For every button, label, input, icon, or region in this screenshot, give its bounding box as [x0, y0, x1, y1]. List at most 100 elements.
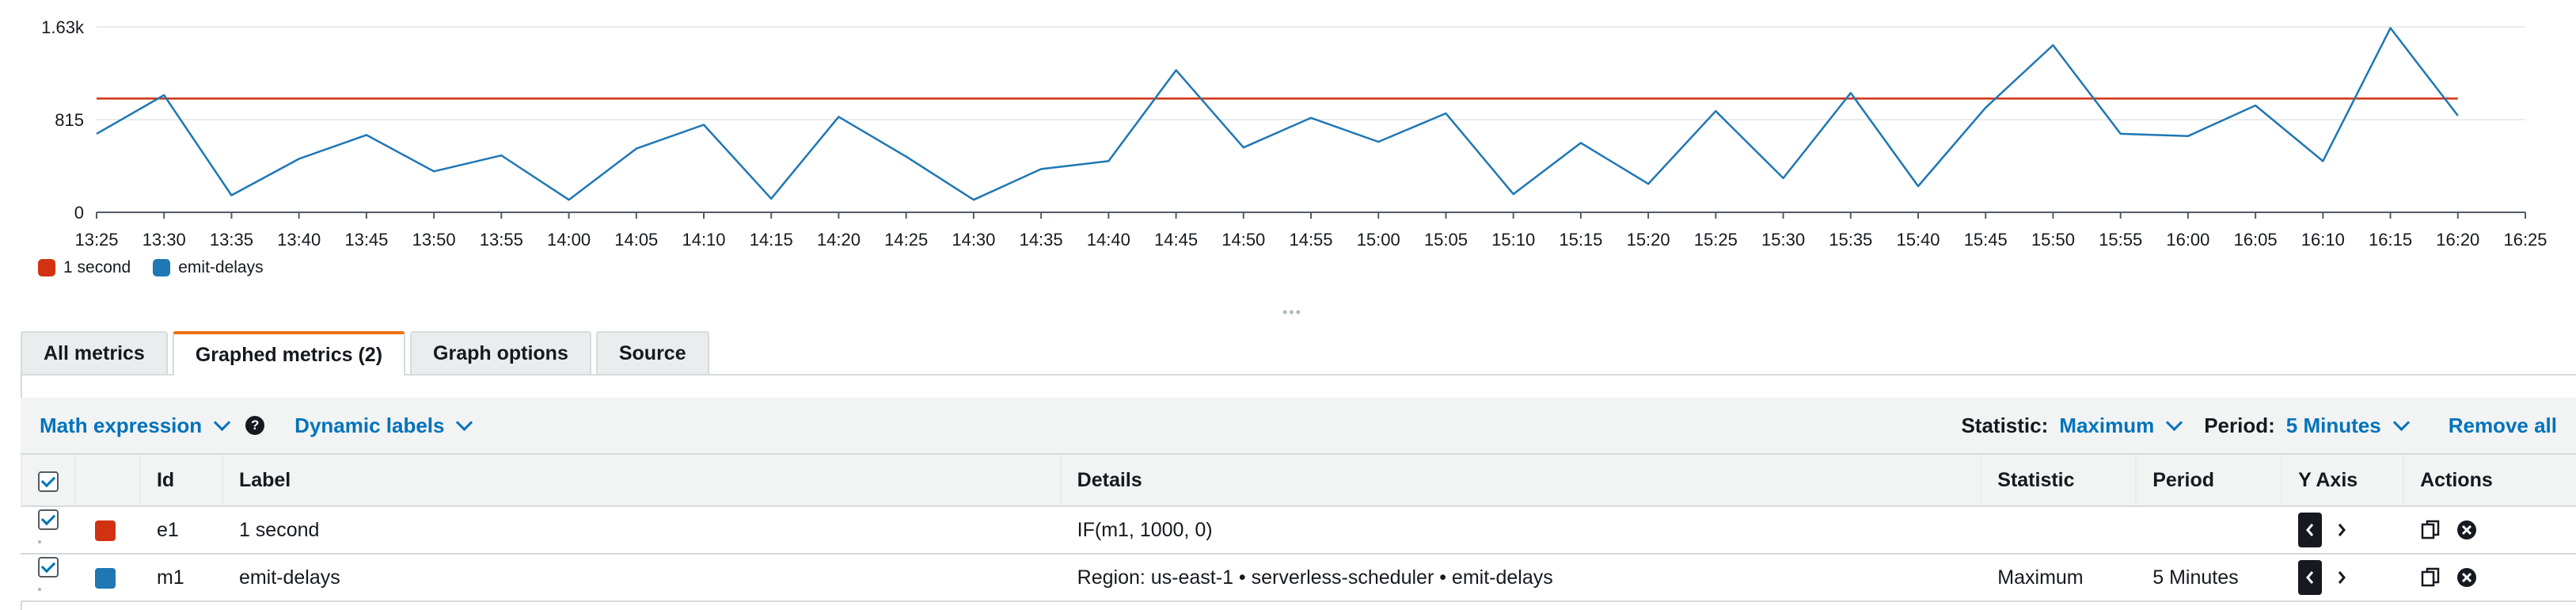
table-row: e1 1 second IF(m1, 1000, 0) [21, 506, 2576, 555]
table-row: m1 emit-delays Region: us-east-1 • serve… [21, 554, 2576, 602]
x-axis: 13:25 13:30 13:35 13:40 13:45 13:50 13:55 14:00… [74, 212, 2548, 250]
statistic-dropdown[interactable]: Maximum [2059, 414, 2183, 438]
id-header[interactable]: Id [139, 453, 222, 507]
drag-handle-icon[interactable] [38, 588, 41, 592]
dynamic-labels-dropdown[interactable]: Dynamic labels [294, 413, 473, 438]
legend-item-1-second[interactable]: 1 second [38, 258, 131, 277]
row-select-cell [21, 554, 75, 602]
x-tick-label: 16:10 [2301, 230, 2345, 250]
x-tick-label: 14:45 [1154, 230, 1198, 250]
period-label: Period: [2204, 413, 2275, 437]
tab-graphed-metrics[interactable]: Graphed metrics (2) [172, 331, 406, 376]
period-value: 5 Minutes [2285, 413, 2381, 437]
remove-all-button[interactable]: Remove all [2449, 414, 2557, 438]
chart-legend: 1 second emit-delays [38, 258, 264, 277]
x-tick-label: 14:00 [547, 230, 591, 250]
series-color-swatch[interactable] [95, 520, 116, 541]
x-tick-label: 15:20 [1627, 230, 1670, 250]
row-select-cell [21, 506, 75, 555]
x-tick-label: 15:40 [1896, 230, 1940, 250]
tab-all-metrics[interactable]: All metrics [21, 331, 168, 374]
y-axis-left-button[interactable] [2298, 560, 2323, 595]
chevron-left-icon [2306, 571, 2314, 584]
y-axis-right-button[interactable] [2330, 560, 2354, 595]
row-details[interactable]: Region: us-east-1 • serverless-scheduler… [1059, 554, 1981, 602]
select-all-checkbox[interactable] [38, 471, 59, 492]
x-tick-label: 14:40 [1087, 230, 1130, 250]
row-id[interactable]: m1 [139, 554, 222, 602]
series-line-emit-delays[interactable] [96, 27, 2459, 201]
y-axis-right-button[interactable] [2330, 513, 2354, 547]
resize-handle[interactable]: ••• [1282, 304, 1302, 321]
x-tick-label: 16:00 [2166, 230, 2209, 250]
x-tick-label: 15:15 [1559, 230, 1602, 250]
toolbar-right: Statistic: Maximum Period: 5 Minutes Rem… [1961, 414, 2557, 438]
x-tick-label: 15:45 [1964, 230, 2008, 250]
metrics-toolbar: Math expression ? Dynamic labels Statist… [21, 398, 2576, 453]
x-tick-label: 13:25 [74, 230, 118, 250]
dynamic-labels-label: Dynamic labels [294, 413, 445, 437]
row-checkbox[interactable] [38, 557, 59, 578]
remove-icon[interactable] [2456, 520, 2477, 540]
y-tick-label: 0 [74, 203, 84, 223]
row-id[interactable]: e1 [139, 506, 222, 555]
yaxis-header[interactable]: Y Axis [2281, 453, 2404, 507]
x-tick-label: 14:15 [750, 230, 793, 250]
x-tick-label: 16:25 [2503, 230, 2547, 250]
help-icon[interactable]: ? [245, 416, 265, 435]
legend-item-emit-delays[interactable]: emit-delays [153, 258, 264, 277]
tab-bar: All metrics Graphed metrics (2) Graph op… [21, 331, 709, 376]
row-actions [2403, 506, 2576, 555]
period-dropdown[interactable]: 5 Minutes [2285, 413, 2410, 438]
series-color-swatch[interactable] [95, 567, 116, 589]
legend-label: 1 second [63, 258, 131, 276]
chart-grid [97, 26, 2525, 213]
x-tick-label: 15:55 [2099, 230, 2142, 250]
y-axis: 0 815 1.63k [41, 17, 85, 223]
row-checkbox[interactable] [38, 509, 59, 530]
remove-icon[interactable] [2456, 567, 2477, 588]
y-tick-label: 815 [55, 110, 84, 130]
x-tick-label: 15:25 [1694, 230, 1738, 250]
x-tick-label: 14:05 [614, 230, 658, 250]
details-header[interactable]: Details [1059, 453, 1981, 507]
row-details[interactable]: IF(m1, 1000, 0) [1059, 506, 1981, 555]
row-period [2135, 506, 2282, 555]
chevron-down-icon [456, 414, 473, 431]
row-statistic[interactable]: Maximum [1980, 554, 2137, 602]
statistic-label: Statistic: [1961, 413, 2049, 437]
legend-label: emit-delays [178, 258, 264, 276]
x-tick-label: 13:50 [412, 230, 456, 250]
x-tick-label: 14:20 [817, 230, 861, 250]
x-tick-label: 16:15 [2369, 230, 2412, 250]
tab-graph-options[interactable]: Graph options [410, 331, 591, 374]
y-axis-left-button[interactable] [2298, 513, 2323, 547]
x-tick-label: 13:30 [142, 230, 186, 250]
row-yaxis [2281, 506, 2404, 555]
chevron-down-icon [2166, 414, 2183, 431]
period-header[interactable]: Period [2135, 453, 2282, 507]
actions-header[interactable]: Actions [2403, 453, 2576, 507]
row-statistic [1980, 506, 2137, 555]
x-tick-label: 13:45 [344, 230, 388, 250]
x-tick-label: 14:10 [682, 230, 725, 250]
math-expression-dropdown[interactable]: Math expression [40, 414, 231, 438]
x-tick-label: 14:25 [884, 230, 928, 250]
drag-handle-icon[interactable] [38, 540, 41, 544]
chart-series [96, 27, 2459, 201]
duplicate-icon[interactable] [2420, 519, 2442, 541]
tab-source[interactable]: Source [595, 331, 709, 374]
x-tick-label: 13:40 [277, 230, 321, 250]
chevron-down-icon [2392, 414, 2410, 431]
x-tick-label: 16:20 [2436, 230, 2479, 250]
row-label[interactable]: emit-delays [221, 554, 1061, 602]
row-color-cell [74, 554, 140, 602]
row-label[interactable]: 1 second [221, 506, 1061, 555]
duplicate-icon[interactable] [2420, 566, 2442, 589]
legend-swatch [153, 259, 171, 276]
row-color-cell [74, 506, 140, 555]
statistic-header[interactable]: Statistic [1980, 453, 2137, 507]
label-header[interactable]: Label [221, 453, 1061, 507]
row-period[interactable]: 5 Minutes [2135, 554, 2282, 602]
color-header [74, 453, 140, 507]
